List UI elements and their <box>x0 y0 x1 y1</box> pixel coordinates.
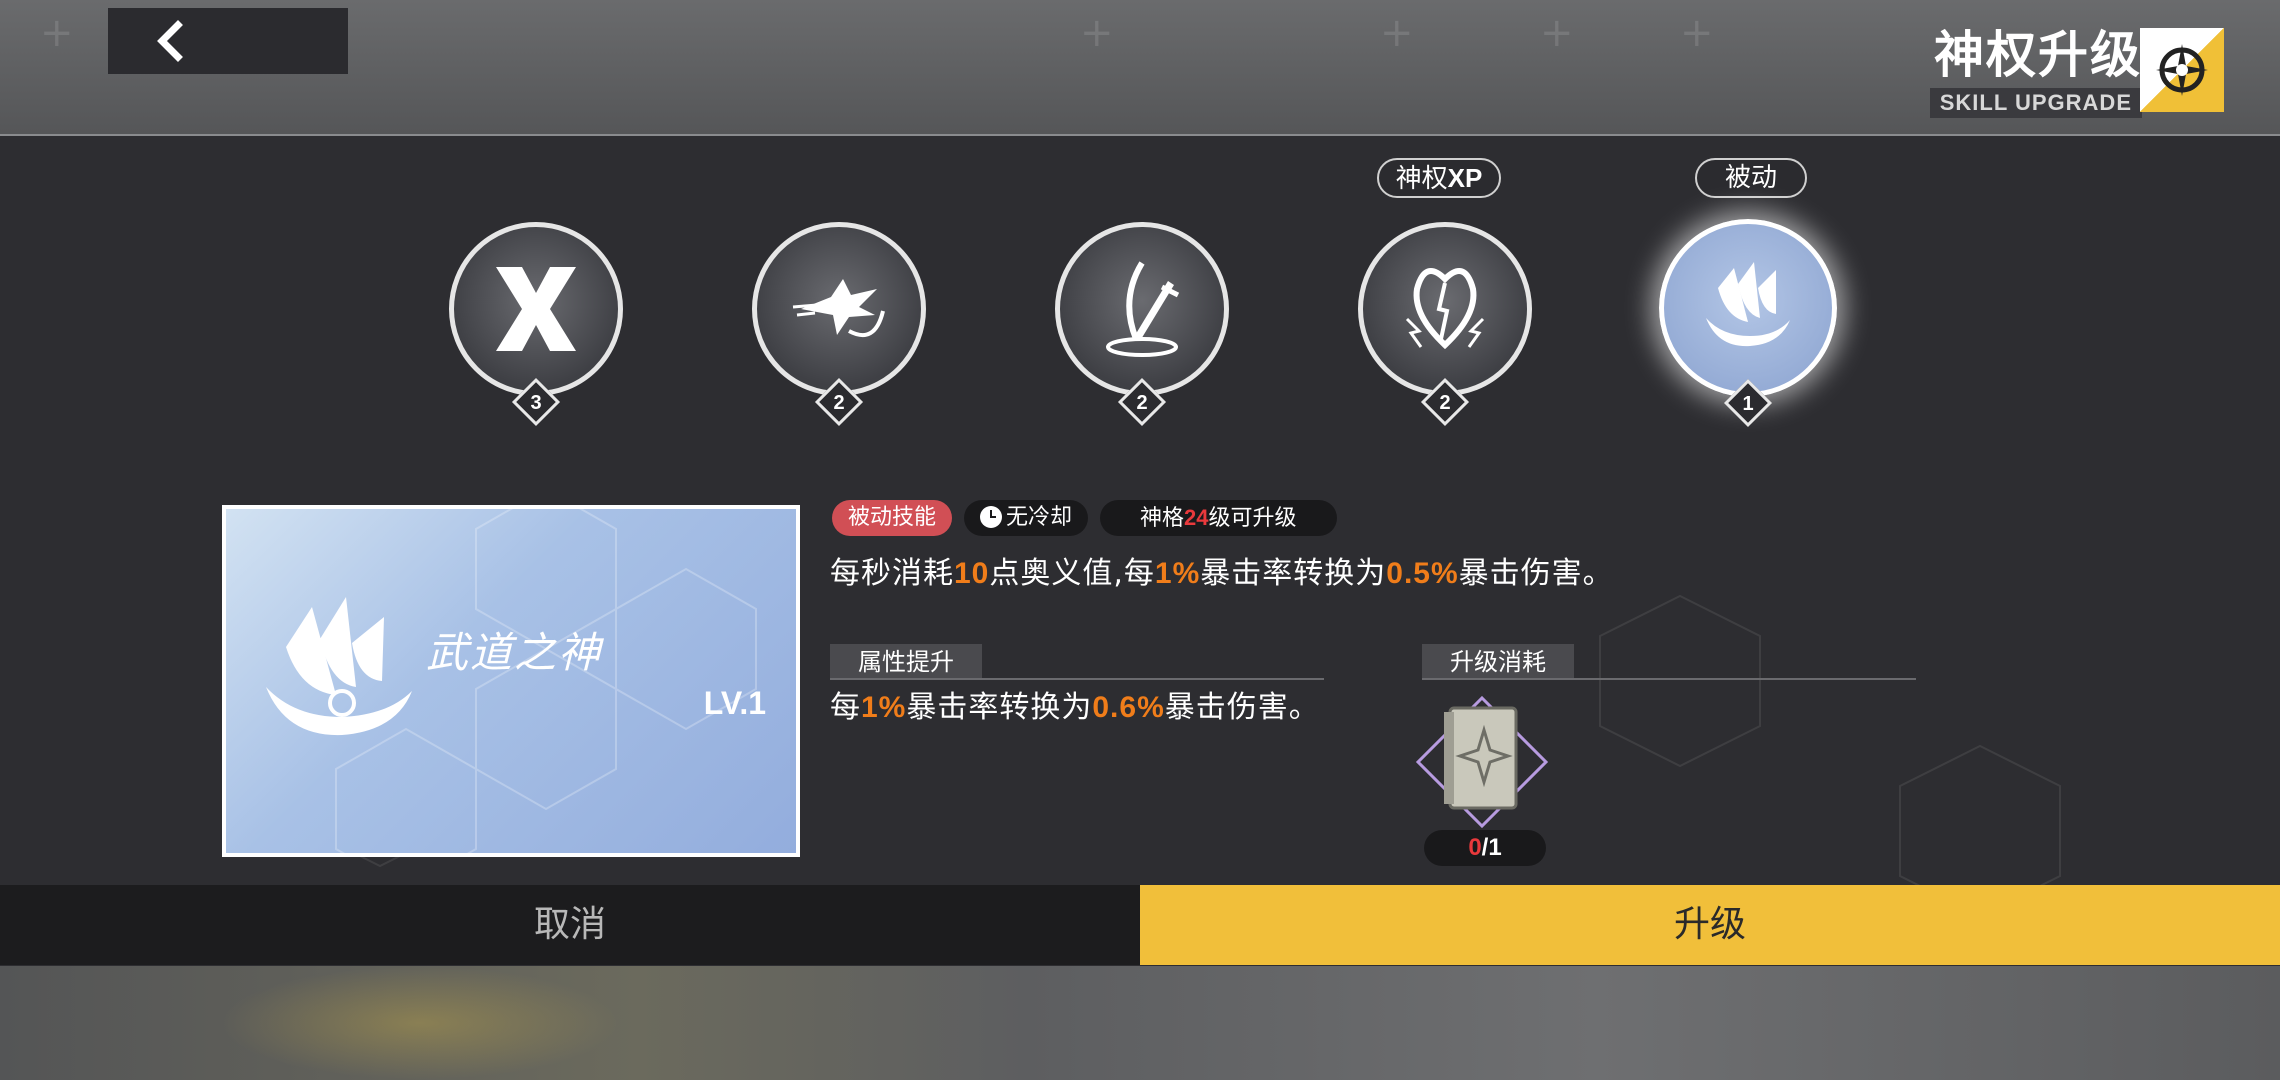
page-title-en: SKILL UPGRADE <box>1929 88 2142 118</box>
bottom-background <box>0 966 2280 1080</box>
cost-have: 0 <box>1468 834 1482 861</box>
attr-value-2: 0.6% <box>1092 691 1165 724</box>
skill-name: 武道之神 <box>426 628 603 677</box>
skill-level: 1 <box>1742 393 1754 415</box>
cooldown-label: 无冷却 <box>1006 505 1073 530</box>
skill-tag-xp-prefix: 神权 <box>1395 164 1448 194</box>
desc-value-3: 0.5% <box>1386 557 1459 590</box>
x-slash-skill-icon <box>496 267 576 351</box>
claw-passive-skill-icon <box>266 597 412 736</box>
desc-value-2: 1% <box>1154 557 1201 590</box>
skill-level: 2 <box>833 392 845 414</box>
attr-part-2: 暴击率转换为 <box>906 690 1093 725</box>
chevron-left-icon <box>157 20 183 62</box>
page-title-cn: 神权升级 <box>1934 26 2142 84</box>
dash-strike-skill-icon <box>792 279 885 337</box>
cancel-button[interactable]: 取消 <box>0 885 1140 965</box>
unlock-prefix: 神格 <box>1140 506 1185 531</box>
skill-tags: 被动技能 无冷却 神格24级可升级 <box>832 500 1337 536</box>
attribute-description: 每1%暴击率转换为0.6%暴击伤害。 <box>830 684 1350 732</box>
skill-level-label: LV.1 <box>703 685 766 721</box>
claw-passive-skill-icon <box>1706 262 1790 347</box>
page-title: 神权升级 SKILL UPGRADE <box>1929 26 2142 118</box>
upgrade-button[interactable]: 升级 <box>1140 885 2280 965</box>
compass-star-icon <box>2140 28 2224 112</box>
cooldown-tag: 无冷却 <box>964 500 1089 536</box>
skill-tag-xp-suffix: XP <box>1447 163 1483 193</box>
skill-tag-xp: 神权XP <box>1377 158 1501 198</box>
attribute-heading: 属性提升 <box>830 644 982 680</box>
skill-level: 3 <box>530 392 542 414</box>
sword-ground-skill-icon <box>1106 261 1180 357</box>
skill-slot-4[interactable]: 2 <box>1358 222 1532 427</box>
cost-counter: 0/1 <box>1424 830 1546 866</box>
desc-part-3: 暴击率转换为 <box>1200 556 1387 591</box>
attr-part-3: 暴击伤害。 <box>1164 690 1320 725</box>
attr-part-1: 每 <box>830 690 861 725</box>
back-button[interactable] <box>108 8 348 74</box>
cost-need: /1 <box>1481 834 1502 861</box>
desc-value-1: 10 <box>954 557 990 590</box>
skill-slot-3[interactable]: 2 <box>1055 222 1229 427</box>
cost-heading: 升级消耗 <box>1422 644 1574 680</box>
skill-tag-passive: 被动 <box>1695 158 1807 198</box>
skill-slot-2[interactable]: 2 <box>752 222 926 427</box>
skill-card: 武道之神 LV.1 <box>222 505 800 857</box>
cost-divider <box>1422 678 1916 680</box>
unlock-suffix: 级可升级 <box>1208 506 1297 531</box>
unlock-level: 24 <box>1184 505 1209 530</box>
skill-slot-5-selected[interactable]: 1 <box>1659 219 1837 428</box>
unlock-requirement-tag: 神格24级可升级 <box>1100 500 1337 536</box>
thunder-crown-skill-icon <box>1405 268 1485 350</box>
clock-icon <box>980 506 1003 528</box>
skill-tag-passive-label: 被动 <box>1724 163 1777 193</box>
attr-value-1: 1% <box>861 691 907 724</box>
skill-level: 2 <box>1136 392 1148 414</box>
skill-level: 2 <box>1439 392 1451 414</box>
desc-part-4: 暴击伤害。 <box>1458 556 1614 591</box>
passive-skill-label: 被动技能 <box>848 505 937 530</box>
skill-book-icon[interactable] <box>1414 694 1550 830</box>
passive-skill-tag: 被动技能 <box>832 500 953 536</box>
attribute-divider <box>830 678 1324 680</box>
skill-description: 每秒消耗10点奥义值,每1%暴击率转换为0.5%暴击伤害。 <box>830 548 1614 592</box>
desc-part-1: 每秒消耗 <box>830 556 954 591</box>
desc-part-2: 点奥义值,每 <box>989 556 1155 591</box>
skill-slot-1[interactable]: 3 <box>449 222 623 427</box>
